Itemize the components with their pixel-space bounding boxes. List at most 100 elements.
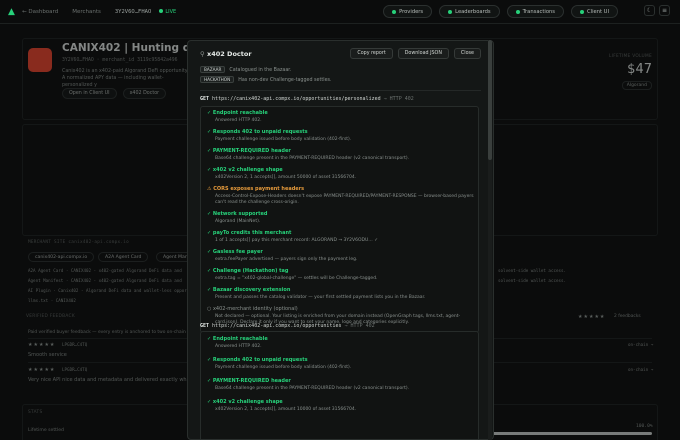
client-ui-label: Client UI bbox=[587, 8, 609, 15]
hackathon-row: HACKATHON Has non-dev Challenge-tagged se… bbox=[200, 76, 332, 83]
live-indicator: LIVE bbox=[159, 9, 176, 15]
transactions-label: Transactions bbox=[522, 8, 555, 15]
top-nav: Providers Leaderboards Transactions Clie… bbox=[383, 5, 618, 18]
check-title: ✓ x402 v2 challenge shape bbox=[207, 167, 283, 173]
breadcrumb-dashboard[interactable]: ← Dashboard bbox=[22, 9, 58, 15]
merchant-subtitle: 3Y2V6O…FHAO · merchant_id 3119c95842a496 bbox=[62, 58, 178, 63]
merchant-description: Canix402 is an x402-paid Algorand DeFi o… bbox=[62, 69, 188, 88]
top-bar: ▲ ← Dashboard Merchants 3Y2V6O…FHAO LIVE… bbox=[0, 0, 680, 24]
review-onchain-link[interactable]: on-chain → bbox=[628, 367, 653, 372]
check-title: ✓ payTo credits this merchant bbox=[207, 230, 292, 236]
stats-row-label: Lifetime settled bbox=[28, 428, 64, 433]
check-list-2: ✓ Endpoint reachable Answered HTTP 402. ✓ … bbox=[200, 331, 479, 439]
hackathon-text: Has non-dev Challenge-tagged settles. bbox=[238, 78, 332, 83]
status-dot-icon bbox=[448, 9, 453, 14]
check-detail: Payment challenge issued before body val… bbox=[215, 365, 352, 370]
x402-doctor-button[interactable]: x402 Doctor bbox=[122, 88, 167, 99]
status-dot-icon bbox=[392, 9, 397, 14]
check-list-1: ✓ Endpoint reachable Answered HTTP 402. ✓ … bbox=[200, 106, 479, 333]
check-detail: extra.feePayer advertised — payers sign … bbox=[215, 257, 358, 262]
review-stars: ★★★★★ bbox=[28, 367, 56, 373]
review-tag: LPGDR…C4TQ bbox=[62, 367, 88, 372]
check-title: ✓ Responds 402 to unpaid requests bbox=[207, 129, 308, 135]
endpoint-line-2: GET https://canix402-api.compx.io/opport… bbox=[200, 323, 375, 329]
check-detail: Algorand (MainNet). bbox=[215, 219, 261, 224]
chip-agent-card[interactable]: A2A Agent Card bbox=[98, 252, 149, 262]
review-stars: ★★★★★ bbox=[28, 342, 56, 348]
doctor-icon: ⚲ bbox=[200, 50, 205, 58]
review-text: Smooth service bbox=[28, 352, 67, 358]
dialog-actions: Copy report Download JSON Close bbox=[350, 48, 481, 59]
stats-label: STATS bbox=[28, 410, 43, 415]
dialog-title: ⚲ x402 Doctor bbox=[200, 50, 252, 58]
chip-domain[interactable]: canix402-api.compx.io bbox=[28, 252, 95, 262]
hackathon-tag: HACKATHON bbox=[200, 76, 235, 83]
check-title: ✓ Endpoint reachable bbox=[207, 110, 268, 116]
check-detail: Access-Control-Expose-Headers doesn't ex… bbox=[215, 194, 474, 206]
leaderboards-button[interactable]: Leaderboards bbox=[439, 5, 500, 18]
check-detail: Present and passes the catalog validator… bbox=[215, 295, 426, 300]
review-tag: LPGDR…C4TQ bbox=[62, 342, 88, 347]
breadcrumb-merchants[interactable]: Merchants bbox=[72, 9, 101, 15]
merchant-title: CANIX402 | Hunting down th bbox=[62, 42, 192, 54]
check-detail: x402Version 2, 1 accepts[], amount 10000… bbox=[215, 407, 357, 412]
check-detail: Base64 challenge present in the PAYMENT-… bbox=[215, 386, 410, 391]
merchant-avatar bbox=[28, 48, 52, 72]
check-title: ✓ Network supported bbox=[207, 211, 268, 217]
download-json-button[interactable]: Download JSON bbox=[397, 48, 449, 59]
status-dot-icon bbox=[515, 9, 520, 14]
http-method: GET bbox=[200, 323, 210, 329]
rating-stars: ★★★★★ bbox=[578, 314, 606, 320]
endpoint-url: https://canix402-api.compx.io/opportunit… bbox=[212, 323, 342, 329]
lifetime-value: $47 bbox=[627, 62, 652, 77]
kv-right: solvent-side wallet access. bbox=[498, 268, 567, 273]
scrollbar-thumb[interactable] bbox=[488, 40, 492, 160]
bazaar-tag: BAZAAR bbox=[200, 66, 226, 73]
review-onchain-link[interactable]: on-chain → bbox=[628, 342, 653, 347]
mix-row-value: 100.0% bbox=[636, 424, 653, 429]
http-method: GET bbox=[200, 96, 210, 102]
open-client-ui-button[interactable]: Open in Client UI bbox=[62, 88, 117, 99]
kv-row: llms.txt · CANIX402 bbox=[28, 298, 76, 303]
check-detail: Payment challenge issued before body val… bbox=[215, 137, 352, 142]
menu-icon[interactable]: ≡ bbox=[659, 5, 670, 16]
check-title: ✓ x402 v2 challenge shape bbox=[207, 399, 283, 405]
copy-report-button[interactable]: Copy report bbox=[350, 48, 393, 59]
review-text: Very nice API nice data and metadata and… bbox=[28, 377, 208, 383]
merchant-site-label: MERCHANT SITE canix402-api.compx.io bbox=[28, 240, 130, 245]
check-title: ⚠ CORS exposes payment headers bbox=[207, 186, 305, 192]
check-detail: 1 of 1 accepts[] pay this merchant recor… bbox=[215, 238, 378, 243]
check-title: ✓ Challenge (Hackathon) tag bbox=[207, 268, 289, 274]
check-title: ✓ PAYMENT-REQUIRED header bbox=[207, 378, 291, 384]
theme-toggle-icon[interactable]: ☾ bbox=[644, 5, 655, 16]
feedback-count: 2 feedbacks bbox=[614, 314, 641, 319]
providers-label: Providers bbox=[399, 8, 424, 15]
logo-icon[interactable]: ▲ bbox=[8, 7, 18, 17]
check-title: ✓ Responds 402 to unpaid requests bbox=[207, 357, 308, 363]
http-status: → HTTP 402 bbox=[383, 96, 414, 102]
kv-row: AI Plugin · Canix402 - Algorand DeFi dat… bbox=[28, 288, 207, 293]
dialog-title-text: x402 Doctor bbox=[207, 50, 252, 58]
bazaar-text: Catalogued in the Bazaar. bbox=[229, 68, 292, 73]
kv-row: Agent Manifest · CANIX402 - x402-gated A… bbox=[28, 278, 182, 283]
leaderboards-label: Leaderboards bbox=[455, 8, 491, 15]
hero-actions: Open in Client UI x402 Doctor bbox=[62, 88, 167, 99]
check-detail: extra.tag = "x402-global-challenge" — se… bbox=[215, 276, 378, 281]
providers-button[interactable]: Providers bbox=[383, 5, 433, 18]
client-ui-button[interactable]: Client UI bbox=[571, 5, 618, 18]
kv-row: A2A Agent Card · CANIX402 - x402-gated A… bbox=[28, 268, 182, 273]
endpoint-url: https://canix402-api.compx.io/opportunit… bbox=[212, 96, 381, 102]
transactions-button[interactable]: Transactions bbox=[506, 5, 564, 18]
status-dot-icon bbox=[580, 9, 584, 14]
network-badge: Algorand bbox=[621, 81, 652, 90]
breadcrumb-handle: 3Y2V6O…FHAO bbox=[114, 8, 152, 15]
divider bbox=[200, 90, 481, 91]
dialog-scrollbar[interactable] bbox=[488, 40, 492, 440]
check-title: ✓ Gasless fee payer bbox=[207, 249, 263, 255]
verified-feedback-label: VERIFIED FEEDBACK bbox=[26, 314, 75, 319]
close-button[interactable]: Close bbox=[453, 48, 481, 59]
lifetime-label: LIFETIME VOLUME bbox=[608, 54, 652, 59]
feedback-subtitle: Paid verified buyer feedback — every ent… bbox=[28, 330, 211, 335]
check-title: ✓ PAYMENT-REQUIRED header bbox=[207, 148, 291, 154]
x402-doctor-dialog: ⚲ x402 Doctor Copy report Download JSON … bbox=[187, 40, 494, 440]
